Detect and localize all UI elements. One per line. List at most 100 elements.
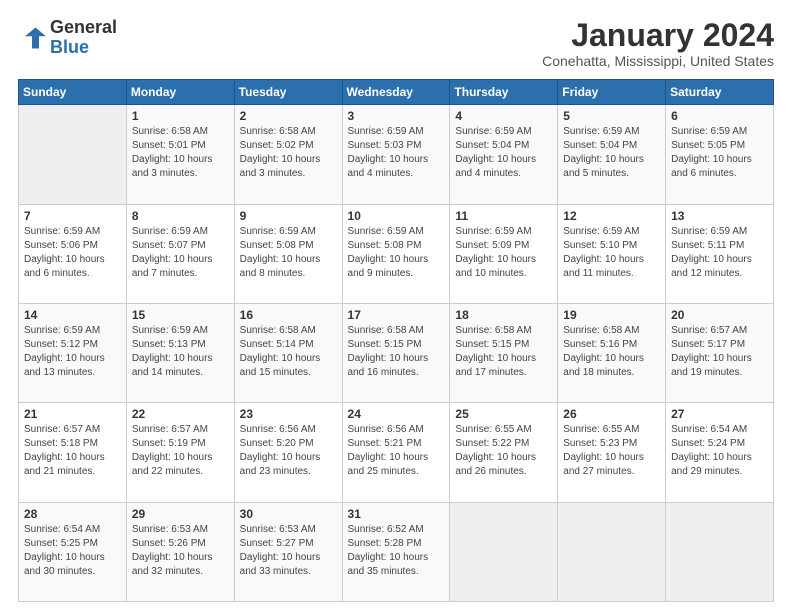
calendar-header: Sunday Monday Tuesday Wednesday Thursday… [19, 80, 774, 105]
day-number: 5 [563, 109, 660, 123]
calendar-cell: 5 Sunrise: 6:59 AM Sunset: 5:04 PM Daylig… [558, 105, 666, 204]
calendar-cell: 20Sunrise: 6:57 AM Sunset: 5:17 PM Dayli… [666, 303, 774, 402]
calendar-subtitle: Conehatta, Mississippi, United States [542, 53, 774, 69]
title-block: January 2024 Conehatta, Mississippi, Uni… [542, 18, 774, 69]
day-info: Sunrise: 6:57 AM Sunset: 5:19 PM Dayligh… [132, 423, 229, 479]
header-row: Sunday Monday Tuesday Wednesday Thursday… [19, 80, 774, 105]
calendar-cell: 23Sunrise: 6:56 AM Sunset: 5:20 PM Dayli… [234, 403, 342, 502]
calendar-cell: 6Sunrise: 6:59 AM Sunset: 5:05 PM Daylig… [666, 105, 774, 204]
day-number: 12 [563, 209, 660, 223]
logo-text: General Blue [50, 18, 117, 58]
calendar-cell: 18 Sunrise: 6:58 AM Sunset: 5:15 PM Dayli… [450, 303, 558, 402]
day-info: Sunrise: 6:58 AM Sunset: 5:01 PM Dayligh… [132, 125, 229, 181]
day-info: Sunrise: 6:55 AM Sunset: 5:23 PM Dayligh… [563, 423, 660, 479]
calendar-cell: 24 Sunrise: 6:56 AM Sunset: 5:21 PM Dayli… [342, 403, 450, 502]
calendar-cell: 12 Sunrise: 6:59 AM Sunset: 5:10 PM Dayli… [558, 204, 666, 303]
day-info: Sunrise: 6:58 AM Sunset: 5:14 PM Dayligh… [240, 324, 337, 380]
calendar-cell: 30Sunrise: 6:53 AM Sunset: 5:27 PM Dayli… [234, 502, 342, 601]
day-info: Sunrise: 6:57 AM Sunset: 5:17 PM Dayligh… [671, 324, 768, 380]
day-number: 11 [455, 209, 552, 223]
day-info: Sunrise: 6:59 AM Sunset: 5:04 PM Dayligh… [563, 125, 660, 181]
day-info: Sunrise: 6:53 AM Sunset: 5:26 PM Dayligh… [132, 523, 229, 579]
header-saturday: Saturday [666, 80, 774, 105]
day-number: 23 [240, 407, 337, 421]
day-number: 24 [348, 407, 445, 421]
calendar-cell: 28 Sunrise: 6:54 AM Sunset: 5:25 PM Dayli… [19, 502, 127, 601]
calendar-cell [666, 502, 774, 601]
calendar-cell: 1Sunrise: 6:58 AM Sunset: 5:01 PM Daylig… [126, 105, 234, 204]
calendar-cell: 17Sunrise: 6:58 AM Sunset: 5:15 PM Dayli… [342, 303, 450, 402]
logo-general-text: General [50, 17, 117, 37]
page: General Blue January 2024 Conehatta, Mis… [0, 0, 792, 612]
calendar-cell: 25 Sunrise: 6:55 AM Sunset: 5:22 PM Dayli… [450, 403, 558, 502]
day-info: Sunrise: 6:54 AM Sunset: 5:25 PM Dayligh… [24, 523, 121, 579]
day-info: Sunrise: 6:59 AM Sunset: 5:09 PM Dayligh… [455, 225, 552, 281]
calendar-cell: 21Sunrise: 6:57 AM Sunset: 5:18 PM Dayli… [19, 403, 127, 502]
calendar-cell: 29 Sunrise: 6:53 AM Sunset: 5:26 PM Dayli… [126, 502, 234, 601]
calendar-cell: 8 Sunrise: 6:59 AM Sunset: 5:07 PM Daylig… [126, 204, 234, 303]
day-info: Sunrise: 6:58 AM Sunset: 5:15 PM Dayligh… [455, 324, 552, 380]
header-tuesday: Tuesday [234, 80, 342, 105]
day-info: Sunrise: 6:59 AM Sunset: 5:08 PM Dayligh… [348, 225, 445, 281]
day-info: Sunrise: 6:59 AM Sunset: 5:06 PM Dayligh… [24, 225, 121, 281]
day-number: 28 [24, 507, 121, 521]
day-number: 3 [348, 109, 445, 123]
day-number: 2 [240, 109, 337, 123]
calendar-cell: 19 Sunrise: 6:58 AM Sunset: 5:16 PM Dayli… [558, 303, 666, 402]
day-number: 15 [132, 308, 229, 322]
calendar-cell: 9 Sunrise: 6:59 AM Sunset: 5:08 PM Daylig… [234, 204, 342, 303]
day-number: 25 [455, 407, 552, 421]
calendar-week-2: 7Sunrise: 6:59 AM Sunset: 5:06 PM Daylig… [19, 204, 774, 303]
header-monday: Monday [126, 80, 234, 105]
calendar-cell: 13 Sunrise: 6:59 AM Sunset: 5:11 PM Dayli… [666, 204, 774, 303]
day-info: Sunrise: 6:59 AM Sunset: 5:12 PM Dayligh… [24, 324, 121, 380]
day-number: 19 [563, 308, 660, 322]
day-number: 21 [24, 407, 121, 421]
calendar-cell: 26 Sunrise: 6:55 AM Sunset: 5:23 PM Dayli… [558, 403, 666, 502]
day-number: 13 [671, 209, 768, 223]
calendar-cell: 22Sunrise: 6:57 AM Sunset: 5:19 PM Dayli… [126, 403, 234, 502]
calendar-cell: 10 Sunrise: 6:59 AM Sunset: 5:08 PM Dayli… [342, 204, 450, 303]
calendar-week-3: 14 Sunrise: 6:59 AM Sunset: 5:12 PM Dayli… [19, 303, 774, 402]
day-number: 8 [132, 209, 229, 223]
day-info: Sunrise: 6:59 AM Sunset: 5:11 PM Dayligh… [671, 225, 768, 281]
calendar-cell: 31Sunrise: 6:52 AM Sunset: 5:28 PM Dayli… [342, 502, 450, 601]
day-number: 4 [455, 109, 552, 123]
calendar-body: 1Sunrise: 6:58 AM Sunset: 5:01 PM Daylig… [19, 105, 774, 602]
day-number: 27 [671, 407, 768, 421]
header-sunday: Sunday [19, 80, 127, 105]
calendar-cell [450, 502, 558, 601]
calendar-cell: 14 Sunrise: 6:59 AM Sunset: 5:12 PM Dayli… [19, 303, 127, 402]
day-info: Sunrise: 6:58 AM Sunset: 5:16 PM Dayligh… [563, 324, 660, 380]
day-info: Sunrise: 6:53 AM Sunset: 5:27 PM Dayligh… [240, 523, 337, 579]
day-info: Sunrise: 6:59 AM Sunset: 5:04 PM Dayligh… [455, 125, 552, 181]
day-number: 6 [671, 109, 768, 123]
day-info: Sunrise: 6:59 AM Sunset: 5:10 PM Dayligh… [563, 225, 660, 281]
day-number: 29 [132, 507, 229, 521]
day-info: Sunrise: 6:59 AM Sunset: 5:13 PM Dayligh… [132, 324, 229, 380]
calendar-cell: 4 Sunrise: 6:59 AM Sunset: 5:04 PM Daylig… [450, 105, 558, 204]
day-info: Sunrise: 6:52 AM Sunset: 5:28 PM Dayligh… [348, 523, 445, 579]
day-info: Sunrise: 6:56 AM Sunset: 5:21 PM Dayligh… [348, 423, 445, 479]
calendar-table: Sunday Monday Tuesday Wednesday Thursday… [18, 79, 774, 602]
day-info: Sunrise: 6:58 AM Sunset: 5:02 PM Dayligh… [240, 125, 337, 181]
day-number: 26 [563, 407, 660, 421]
calendar-cell: 11 Sunrise: 6:59 AM Sunset: 5:09 PM Dayli… [450, 204, 558, 303]
logo: General Blue [18, 18, 117, 58]
calendar-cell [19, 105, 127, 204]
day-info: Sunrise: 6:55 AM Sunset: 5:22 PM Dayligh… [455, 423, 552, 479]
day-number: 10 [348, 209, 445, 223]
day-info: Sunrise: 6:59 AM Sunset: 5:03 PM Dayligh… [348, 125, 445, 181]
day-number: 17 [348, 308, 445, 322]
calendar-cell: 7Sunrise: 6:59 AM Sunset: 5:06 PM Daylig… [19, 204, 127, 303]
calendar-week-1: 1Sunrise: 6:58 AM Sunset: 5:01 PM Daylig… [19, 105, 774, 204]
day-info: Sunrise: 6:59 AM Sunset: 5:07 PM Dayligh… [132, 225, 229, 281]
day-number: 14 [24, 308, 121, 322]
calendar-cell: 3 Sunrise: 6:59 AM Sunset: 5:03 PM Daylig… [342, 105, 450, 204]
calendar-week-4: 21Sunrise: 6:57 AM Sunset: 5:18 PM Dayli… [19, 403, 774, 502]
header-friday: Friday [558, 80, 666, 105]
day-number: 9 [240, 209, 337, 223]
day-info: Sunrise: 6:59 AM Sunset: 5:08 PM Dayligh… [240, 225, 337, 281]
day-number: 18 [455, 308, 552, 322]
logo-blue-text: Blue [50, 37, 89, 57]
